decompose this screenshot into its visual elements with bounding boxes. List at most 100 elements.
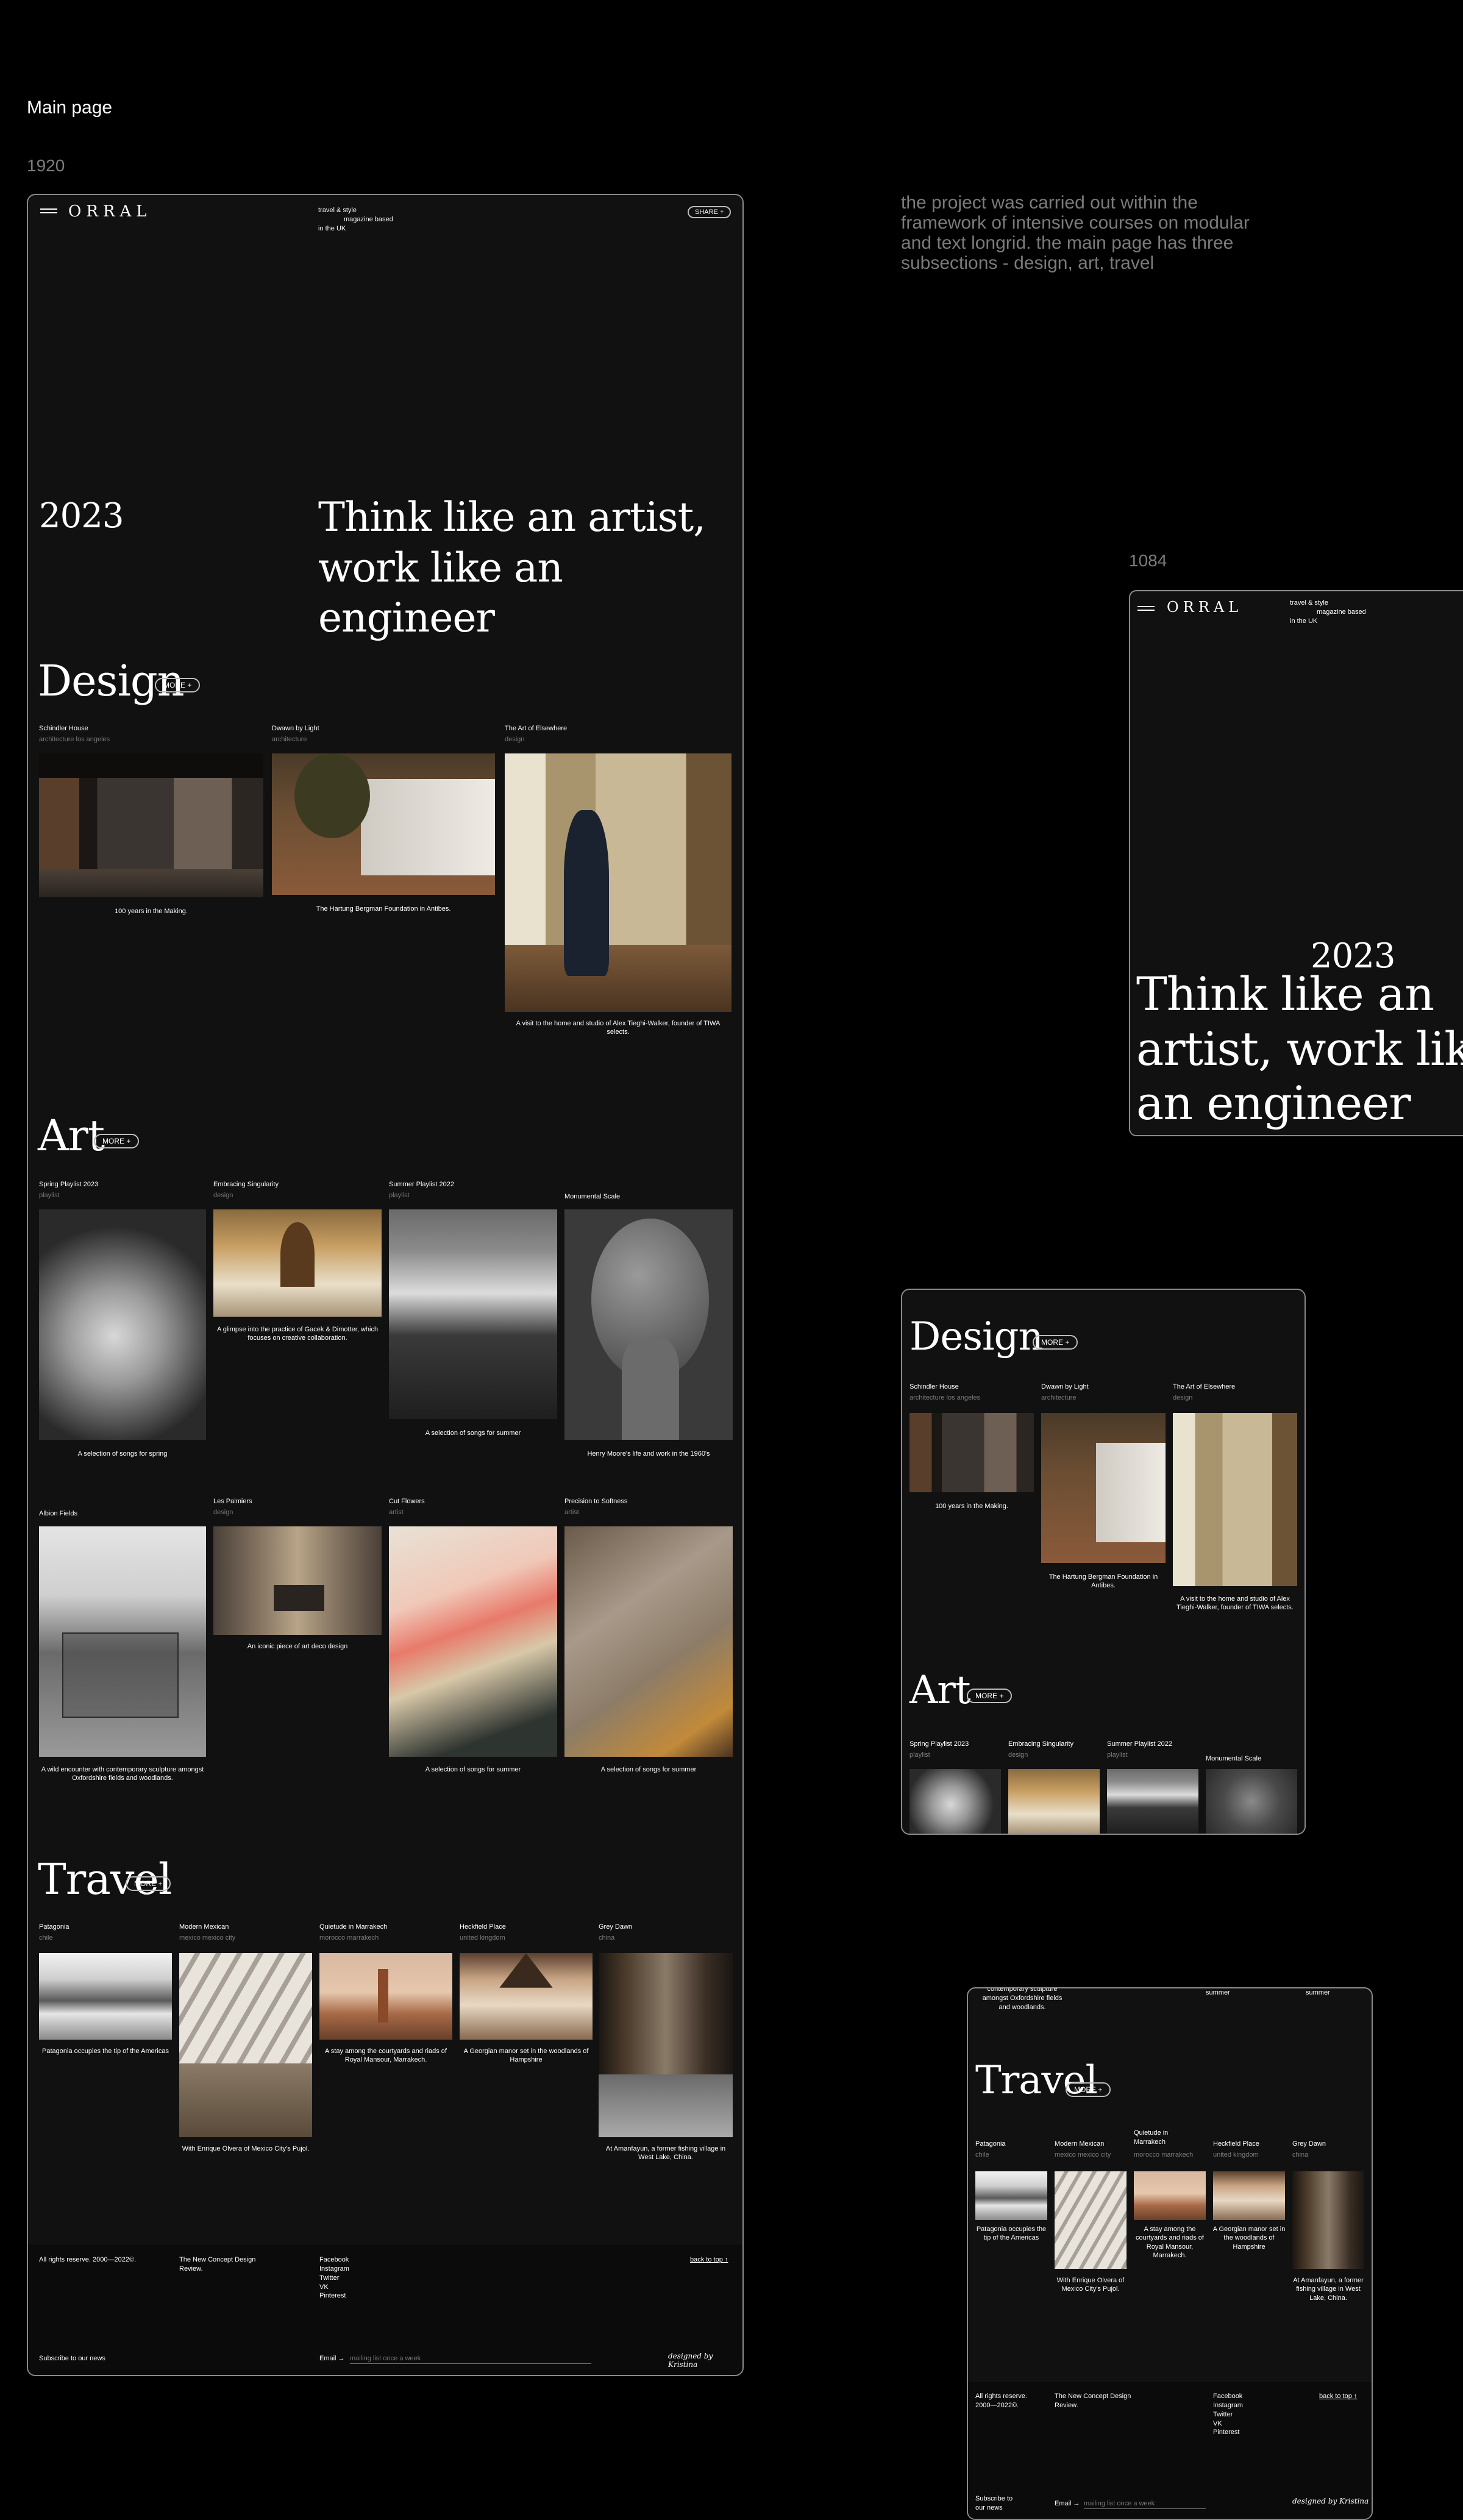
card-tag: united kingdom (1213, 2151, 1259, 2159)
card-caption: A stay among the courtyards and riads of… (325, 2048, 447, 2064)
email-input[interactable]: mailing list once a week (350, 2354, 591, 2364)
subscribe-label: Subscribe to our news (975, 2495, 1013, 2511)
hero-title: Think like an artist, work like an engin… (318, 494, 706, 641)
grey-dawn-image[interactable] (1292, 2171, 1364, 2269)
summer-playlist-image[interactable] (1107, 1769, 1198, 1834)
footer-link-pinterest[interactable]: Pinterest (1213, 2428, 1243, 2437)
card-tag: architecture (1041, 1394, 1077, 1401)
spring-playlist-image[interactable] (39, 1209, 206, 1440)
footer-link-vk[interactable]: VK (1213, 2419, 1243, 2429)
card-title[interactable]: Dwawn by Light (272, 724, 319, 733)
logo[interactable]: ORRAL (1167, 599, 1242, 616)
menu-icon[interactable] (1137, 606, 1155, 613)
card-caption: A stay among the courtyards and riads of… (1136, 2226, 1204, 2259)
precision-to-softness-image[interactable] (564, 1526, 733, 1757)
card-title[interactable]: Precision to Softness (564, 1497, 627, 1506)
email-label: Email → (319, 2355, 345, 2362)
design-more-button[interactable]: MORE + (1033, 1335, 1078, 1350)
footer-rights: All rights reserve. 2000—2022©. (975, 2393, 1027, 2409)
designer-signature: designed by Kristina (1292, 2497, 1369, 2505)
albion-fields-image[interactable] (39, 1526, 206, 1757)
card-title[interactable]: Monumental Scale (564, 1192, 620, 1201)
footer-link-instagram[interactable]: Instagram (319, 2265, 349, 2274)
email-input[interactable]: mailing list once a week (1084, 2499, 1206, 2509)
heckfield-place-image[interactable] (460, 1953, 593, 2040)
footer-link-facebook[interactable]: Facebook (1213, 2392, 1243, 2401)
card-title[interactable]: Modern Mexican (1055, 2140, 1104, 2149)
schindler-house-image[interactable] (39, 753, 263, 897)
card-title[interactable]: Heckfield Place (460, 1923, 506, 1932)
footer-link-instagram[interactable]: Instagram (1213, 2401, 1243, 2410)
back-to-top-link[interactable]: back to top ↑ (1319, 2392, 1357, 2401)
monumental-scale-image[interactable] (564, 1209, 733, 1440)
modern-mexican-image[interactable] (179, 1953, 312, 2137)
marrakech-image[interactable] (1134, 2171, 1206, 2220)
modern-mexican-image[interactable] (1055, 2171, 1127, 2269)
heckfield-place-image[interactable] (1213, 2171, 1285, 2220)
card-tag: playlist (389, 1192, 410, 1199)
card-tag: china (599, 1934, 615, 1942)
card-title[interactable]: Grey Dawn (599, 1923, 632, 1932)
footer-link-twitter[interactable]: Twitter (319, 2274, 349, 2283)
card-title[interactable]: Dwawn by Light (1041, 1383, 1089, 1392)
card-title[interactable]: Summer Playlist 2022 (1107, 1740, 1172, 1749)
back-to-top-link[interactable]: back to top ↑ (690, 2255, 728, 2265)
design-more-button[interactable]: MORE + (155, 678, 201, 692)
card-title[interactable]: Patagonia (39, 1923, 69, 1932)
card-title[interactable]: Patagonia (975, 2140, 1006, 2149)
spring-playlist-image[interactable] (909, 1769, 1001, 1834)
logo[interactable]: ORRAL (68, 202, 152, 221)
card-title[interactable]: Schindler House (39, 724, 88, 733)
card-caption: The Hartung Bergman Foundation in Antibe… (316, 905, 451, 913)
les-palmiers-image[interactable] (213, 1526, 382, 1635)
card-title[interactable]: Grey Dawn (1292, 2140, 1326, 2149)
card-caption: 100 years in the Making. (115, 908, 188, 915)
footer-link-twitter[interactable]: Twitter (1213, 2410, 1243, 2419)
card-title[interactable]: Spring Playlist 2023 (909, 1740, 969, 1749)
art-of-elsewhere-image[interactable] (505, 753, 732, 1012)
card-tag: china (1292, 2151, 1309, 2159)
card-title[interactable]: Albion Fields (39, 1509, 77, 1518)
patagonia-image[interactable] (975, 2171, 1047, 2220)
hartung-bergman-image[interactable] (1041, 1413, 1166, 1563)
card-title[interactable]: Monumental Scale (1206, 1754, 1261, 1764)
art-more-button[interactable]: MORE + (967, 1689, 1013, 1703)
patagonia-image[interactable] (39, 1953, 172, 2040)
embracing-singularity-image[interactable] (213, 1209, 382, 1317)
card-title[interactable]: Summer Playlist 2022 (389, 1180, 454, 1189)
footer-link-pinterest[interactable]: Pinterest (319, 2291, 349, 2301)
card-title[interactable]: Les Palmiers (213, 1497, 252, 1506)
summer-playlist-image[interactable] (389, 1209, 557, 1419)
embracing-singularity-image[interactable] (1008, 1769, 1100, 1834)
card-title[interactable]: Embracing Singularity (1008, 1740, 1073, 1749)
card-title[interactable]: Quietude in Marrakech (1134, 2129, 1195, 2147)
card-title[interactable]: The Art of Elsewhere (505, 724, 567, 733)
travel-more-button[interactable]: MORE + (126, 1876, 171, 1891)
travel-more-button[interactable]: MORE + (1066, 2082, 1111, 2097)
tagline-line: in the UK (318, 224, 346, 232)
hartung-bergman-image[interactable] (272, 753, 495, 895)
share-button[interactable]: SHARE + (688, 206, 732, 218)
card-title[interactable]: Cut Flowers (389, 1497, 425, 1506)
card-title[interactable]: Quietude in Marrakech (319, 1923, 387, 1932)
card-title[interactable]: Embracing Singularity (213, 1180, 279, 1189)
card-title[interactable]: Schindler House (909, 1383, 959, 1392)
art-more-button[interactable]: MORE + (94, 1134, 140, 1148)
schindler-house-image[interactable] (909, 1413, 1034, 1492)
card-title[interactable]: Heckfield Place (1213, 2140, 1259, 2149)
card-tag: mexico mexico city (1055, 2151, 1111, 2159)
menu-icon[interactable] (40, 208, 57, 216)
monumental-scale-image[interactable] (1206, 1769, 1297, 1834)
footer-link-facebook[interactable]: Facebook (319, 2255, 349, 2265)
subscribe-label: Subscribe to our news (39, 2355, 105, 2362)
card-tag: design (505, 736, 525, 743)
art-of-elsewhere-image[interactable] (1173, 1413, 1297, 1586)
card-title[interactable]: Modern Mexican (179, 1923, 229, 1932)
card-title[interactable]: The Art of Elsewhere (1173, 1383, 1235, 1392)
grey-dawn-image[interactable] (599, 1953, 733, 2137)
card-title[interactable]: Spring Playlist 2023 (39, 1180, 98, 1189)
footer-link-vk[interactable]: VK (319, 2283, 349, 2292)
marrakech-image[interactable] (319, 1953, 452, 2040)
cut-flowers-image[interactable] (389, 1526, 557, 1757)
project-description: the project was carried out within the f… (901, 193, 1250, 273)
